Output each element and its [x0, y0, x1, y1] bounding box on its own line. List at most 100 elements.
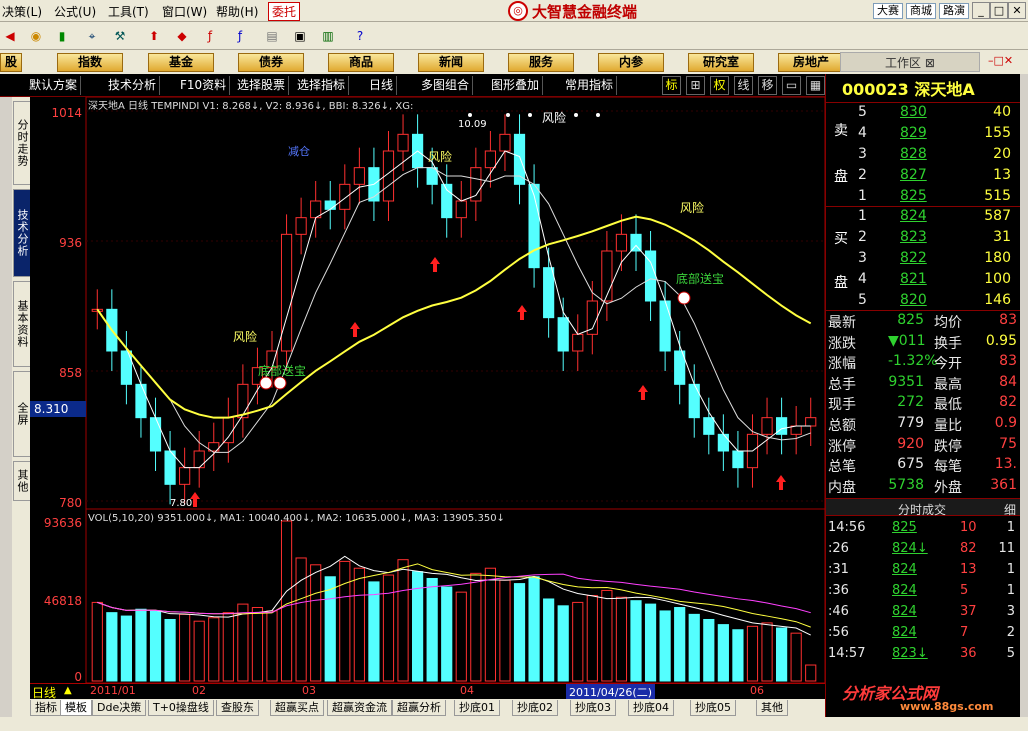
- glasses-icon[interactable]: ◉: [26, 26, 46, 46]
- btab-t0[interactable]: T+0操盘线: [148, 700, 214, 716]
- nav-stock[interactable]: 股: [0, 53, 22, 72]
- volume-bar: [353, 567, 365, 682]
- tab-technical[interactable]: 技术分析: [13, 189, 31, 277]
- volume-bar: [659, 610, 671, 682]
- nav-index[interactable]: 指数: [57, 53, 123, 72]
- price-tick-1014: 1014: [51, 106, 82, 120]
- stat-row: 涨幅 -1.32% 今开 83: [828, 353, 1017, 373]
- menu-window[interactable]: 窗口(W): [162, 3, 207, 20]
- books-icon[interactable]: ▥: [318, 26, 338, 46]
- btab-other[interactable]: 其他: [756, 700, 788, 716]
- btab-capitalflow[interactable]: 超赢资金流: [327, 700, 392, 716]
- menu-help[interactable]: 帮助(H): [216, 3, 258, 20]
- tab-intraday[interactable]: 分时走势: [13, 101, 31, 185]
- period-day[interactable]: 日线: [366, 76, 398, 95]
- binoculars-icon[interactable]: ⌖: [82, 26, 102, 46]
- move-button[interactable]: 移: [758, 76, 777, 95]
- volume-bar: [688, 613, 700, 682]
- marker-dot: [468, 113, 472, 117]
- window-icon[interactable]: ▣: [290, 26, 310, 46]
- nav-bond[interactable]: 债券: [238, 53, 304, 72]
- minimize-icon[interactable]: _: [972, 2, 990, 19]
- link-mall[interactable]: 商城: [906, 3, 936, 19]
- link-contest[interactable]: 大赛: [873, 3, 903, 19]
- note-risk-2: 风险: [542, 110, 566, 125]
- btab-buypoint[interactable]: 超赢买点: [270, 700, 324, 716]
- crosshair-icon[interactable]: ⊞: [686, 76, 705, 95]
- trade-row: :31 824 13 1: [828, 562, 1015, 577]
- maximize-icon[interactable]: □: [990, 2, 1008, 19]
- btab-analysis[interactable]: 超赢分析: [392, 700, 446, 716]
- restore-icon[interactable]: –□✕: [988, 54, 1013, 67]
- overlay-chart[interactable]: 图形叠加: [488, 76, 544, 95]
- menu-tools[interactable]: 工具(T): [108, 3, 149, 20]
- nav-insider[interactable]: 内参: [598, 53, 664, 72]
- nav-realestate[interactable]: 房地产: [778, 53, 844, 72]
- f-icon[interactable]: ƒ: [200, 26, 220, 46]
- tab-other[interactable]: 其他: [13, 461, 31, 501]
- menu-decision[interactable]: 决策(L): [2, 3, 42, 20]
- technical-analysis[interactable]: 技术分析: [105, 76, 161, 95]
- month-jan: 2011/01: [90, 684, 136, 697]
- help-icon[interactable]: ?: [350, 26, 370, 46]
- period-up-icon: ▲: [64, 685, 72, 696]
- volume-bar: [266, 610, 278, 682]
- line-button[interactable]: 线: [734, 76, 753, 95]
- right-scrollbar[interactable]: [1020, 74, 1028, 717]
- close-icon[interactable]: ✕: [1008, 2, 1026, 19]
- volume-bar: [528, 576, 540, 682]
- f10-data[interactable]: F10资料: [177, 76, 231, 95]
- nav-news[interactable]: 新闻: [418, 53, 484, 72]
- tab-fundamentals[interactable]: 基本资料: [13, 281, 31, 367]
- nav-service[interactable]: 服务: [508, 53, 574, 72]
- common-indicator[interactable]: 常用指标: [562, 76, 618, 95]
- btab-bottom02[interactable]: 抄底02: [512, 700, 558, 716]
- mark-button[interactable]: 标: [662, 76, 681, 95]
- btab-template[interactable]: 模板: [60, 700, 92, 716]
- doc-icon[interactable]: ▤: [262, 26, 282, 46]
- btab-bottom01[interactable]: 抄底01: [454, 700, 500, 716]
- smiley-icon: [273, 376, 287, 390]
- link-roadshow[interactable]: 路演: [939, 3, 969, 19]
- btab-bottom04[interactable]: 抄底04: [628, 700, 674, 716]
- btab-dde[interactable]: Dde决策: [92, 700, 147, 716]
- window-mode-icon[interactable]: ▭: [782, 76, 801, 95]
- kline-chart[interactable]: 深天地A 日线 TEMPINDI V1: 8.268↓, V2: 8.936↓,…: [30, 96, 826, 684]
- multi-chart[interactable]: 多图组合: [418, 76, 474, 95]
- vol-ma2: [97, 563, 811, 628]
- vol-tick-max: 93636: [44, 516, 82, 530]
- workarea-button[interactable]: 工作区 ⊠: [840, 52, 980, 72]
- volume-bar: [120, 615, 132, 682]
- candle-body: [193, 450, 205, 469]
- fullscreen-icon[interactable]: ▦: [806, 76, 825, 95]
- f-blue-icon[interactable]: ƒ: [230, 26, 250, 46]
- tab-fullscreen[interactable]: 全屏: [13, 371, 31, 457]
- default-scheme[interactable]: 默认方案: [26, 76, 82, 95]
- sell-label-2: 盘: [834, 169, 848, 185]
- up-arrow-icon[interactable]: ⬆: [144, 26, 164, 46]
- bid-row: 4 821 100: [858, 271, 1011, 287]
- nav-research[interactable]: 研究室: [688, 53, 754, 72]
- btab-indicator[interactable]: 指标: [30, 700, 62, 716]
- note-reduce: 减仓: [288, 144, 310, 158]
- marker-dot: [596, 113, 600, 117]
- rights-button[interactable]: 权: [710, 76, 729, 95]
- vol-ma3: [97, 573, 811, 615]
- tool-icon[interactable]: ⚒: [110, 26, 130, 46]
- volume-bar: [295, 557, 307, 682]
- btab-bottom05[interactable]: 抄底05: [690, 700, 736, 716]
- trade-button[interactable]: 委托: [268, 2, 301, 21]
- select-stock[interactable]: 选择股票: [234, 76, 290, 95]
- menu-formula[interactable]: 公式(U): [54, 3, 96, 20]
- chart-header: 深天地A 日线 TEMPINDI V1: 8.268↓, V2: 8.936↓,…: [88, 99, 413, 112]
- diamond-icon[interactable]: ◆: [172, 26, 192, 46]
- nav-fund[interactable]: 基金: [148, 53, 214, 72]
- candle-body: [557, 317, 569, 352]
- bars-icon[interactable]: ▮: [52, 26, 72, 46]
- back-icon[interactable]: ◀: [0, 26, 20, 46]
- btab-bottom03[interactable]: 抄底03: [570, 700, 616, 716]
- trades-detail-button[interactable]: 细: [1004, 501, 1016, 518]
- btab-shareholders[interactable]: 查股东: [216, 700, 259, 716]
- select-indicator[interactable]: 选择指标: [294, 76, 350, 95]
- nav-commodity[interactable]: 商品: [328, 53, 394, 72]
